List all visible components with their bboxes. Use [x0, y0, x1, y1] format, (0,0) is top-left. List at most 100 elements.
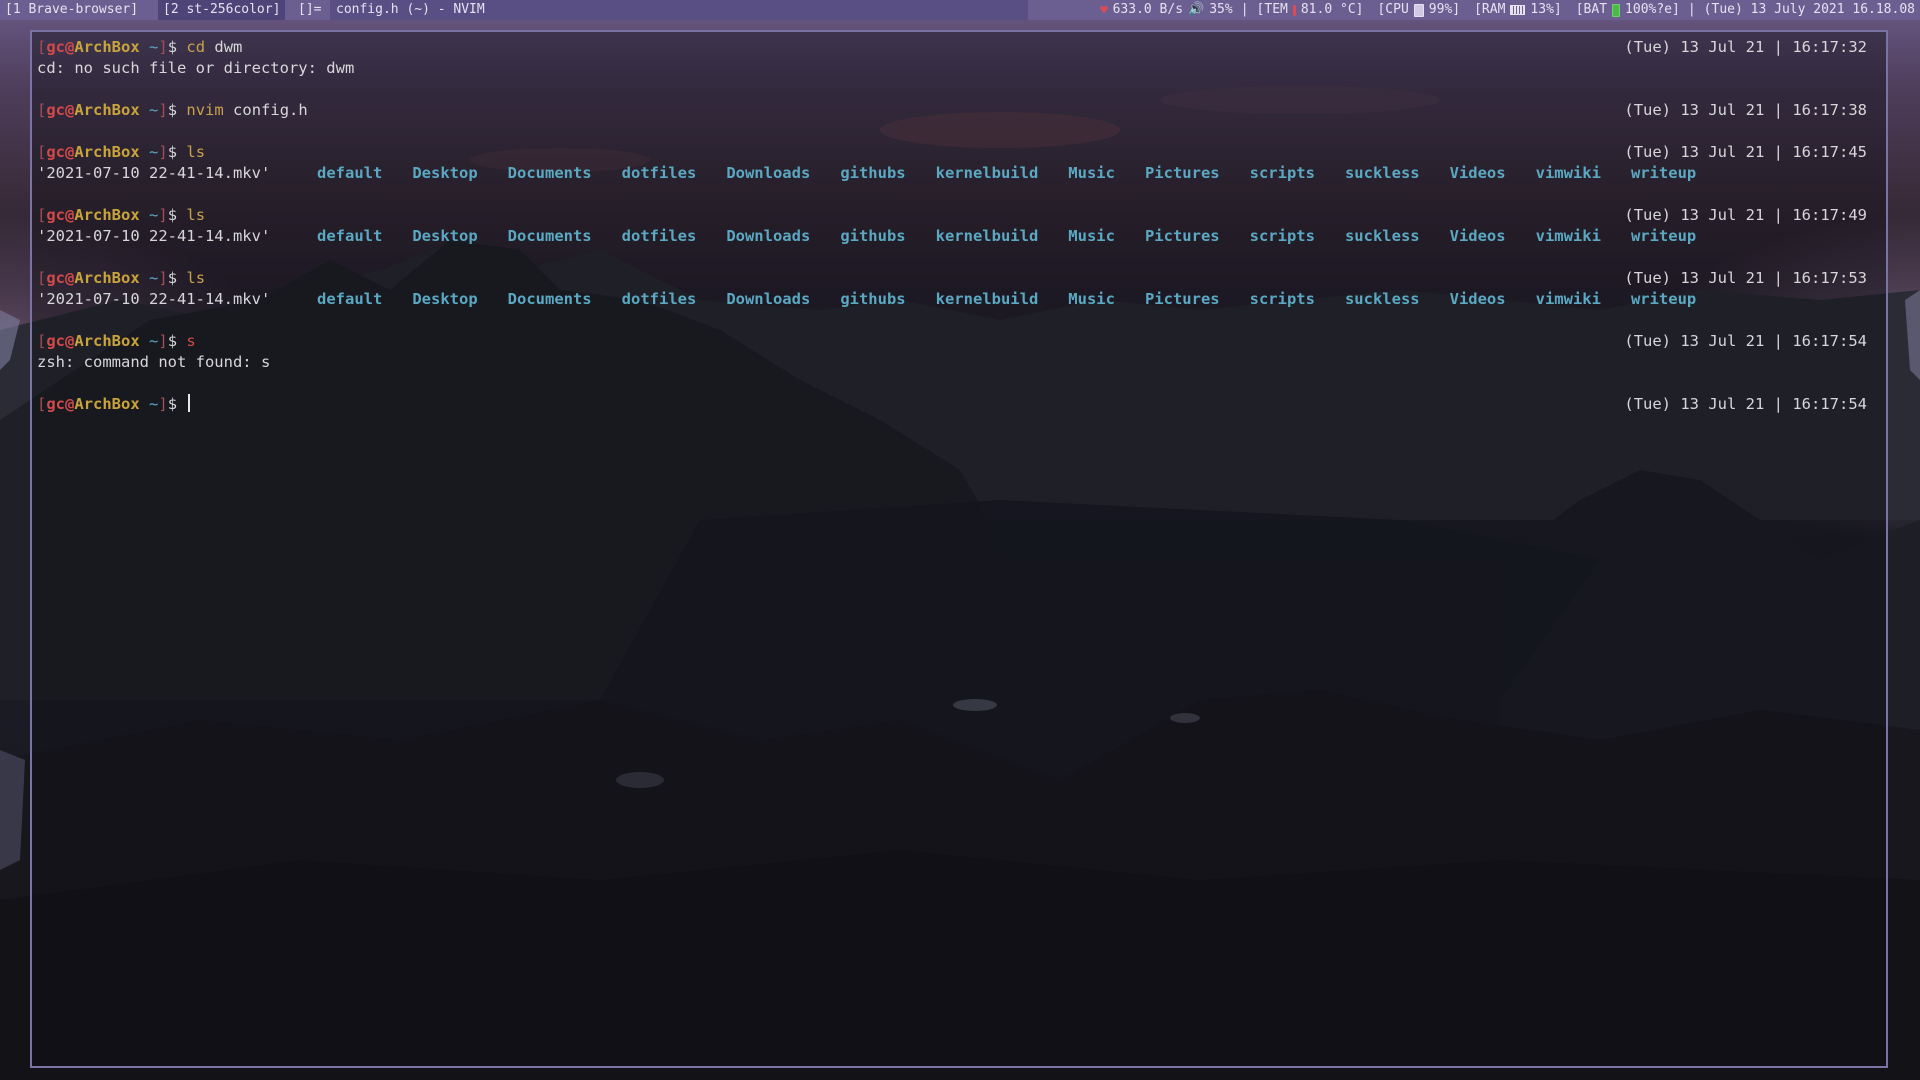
ls-file-entry: '2021-07-10 22-41-14.mkv': [37, 164, 271, 182]
cpu-label: [CPU: [1377, 2, 1409, 17]
prompt-host: ArchBox: [74, 269, 140, 287]
system-status: ♥ 633.0 B/s 🔊 35% | [TEM 81.0 °C] [CPU 9…: [1096, 0, 1916, 20]
prompt-line: [gc@ArchBox ~]$ ls (Tue) 13 Jul 21 | 16:1…: [37, 205, 1875, 226]
command-name: cd: [186, 38, 206, 56]
ls-dir-entry: Pictures: [1144, 290, 1220, 308]
ls-dir-entry: dotfiles: [621, 227, 697, 245]
prompt-line: [gc@ArchBox ~]$ ls (Tue) 13 Jul 21 | 16:1…: [37, 268, 1875, 289]
ls-dir-entry: dotfiles: [621, 164, 697, 182]
ls-dir-entry: writeup: [1630, 227, 1697, 245]
ram-label: [RAM: [1474, 2, 1506, 17]
prompt-host: ArchBox: [74, 206, 140, 224]
status-bar: [1 Brave-browser] [2 st-256color] []= co…: [0, 0, 1920, 20]
prompt-bracket-close: ]: [158, 143, 168, 161]
prompt-bracket-close: ]: [158, 101, 168, 119]
prompt-line: [gc@ArchBox ~]$ ls (Tue) 13 Jul 21 | 16:1…: [37, 142, 1875, 163]
prompt-at: @: [65, 269, 75, 287]
ls-dir-entry: scripts: [1249, 164, 1315, 182]
ls-dir-entry: writeup: [1630, 290, 1697, 308]
ls-dir-entry: Documents: [507, 227, 592, 245]
ls-dir-entry: Desktop: [412, 227, 478, 245]
current-prompt-line[interactable]: [gc@ArchBox ~]$ (Tue) 13 Jul 21 | 16:17:…: [37, 394, 1875, 415]
prompt-host: ArchBox: [74, 143, 140, 161]
prompt-bracket-open: [: [37, 38, 47, 56]
volume-icon: 🔊: [1188, 2, 1205, 17]
ls-dir-entry: Documents: [507, 290, 592, 308]
ls-dir-entry: Downloads: [726, 164, 811, 182]
right-prompt-timestamp: (Tue) 13 Jul 21 | 16:17:38: [1624, 101, 1867, 119]
ls-dir-entry: dotfiles: [621, 290, 697, 308]
prompt-dollar: $: [167, 143, 187, 161]
terminal-output[interactable]: [gc@ArchBox ~]$ cd dwm (Tue) 13 Jul 21 | …: [37, 37, 1875, 415]
prompt-path: ~: [139, 38, 159, 56]
prompt-host: ArchBox: [74, 395, 140, 413]
prompt-at: @: [65, 38, 75, 56]
ls-dir-entry: Videos: [1449, 227, 1506, 245]
heart-icon: ♥: [1100, 3, 1108, 17]
prompt-line: [gc@ArchBox ~]$ nvim config.h (Tue) 13 Ju…: [37, 100, 1875, 121]
volume-level: 35%: [1209, 2, 1233, 17]
ls-dir-entry: Music: [1068, 164, 1115, 182]
thermometer-icon: [1292, 4, 1296, 16]
ls-dir-entry: githubs: [840, 164, 906, 182]
text-cursor[interactable]: [188, 394, 191, 412]
ls-dir-entry: Music: [1068, 290, 1115, 308]
ls-output: '2021-07-10 22-41-14.mkv' default Desktop D…: [37, 289, 1875, 310]
right-prompt-timestamp: (Tue) 13 Jul 21 | 16:17:54: [1624, 395, 1867, 413]
ls-dir-entry: vimwiki: [1535, 164, 1601, 182]
command-args: config.h: [223, 101, 308, 119]
ram-icon: [1510, 5, 1526, 15]
prompt-at: @: [65, 332, 75, 350]
ls-output: '2021-07-10 22-41-14.mkv' default Desktop D…: [37, 163, 1875, 184]
prompt-path: ~: [139, 206, 159, 224]
prompt-user: gc: [46, 38, 66, 56]
prompt-bracket-close: ]: [158, 206, 168, 224]
command-name: ls: [186, 206, 206, 224]
prompt-line: [gc@ArchBox ~]$ s (Tue) 13 Jul 21 | 16:17…: [37, 331, 1875, 352]
prompt-at: @: [65, 395, 75, 413]
layout-indicator[interactable]: []=: [298, 0, 321, 20]
ls-dir-entry: kernelbuild: [935, 227, 1039, 245]
prompt-at: @: [65, 206, 75, 224]
prompt-bracket-open: [: [37, 143, 47, 161]
command-output: cd: no such file or directory: dwm: [37, 59, 355, 77]
temp-label: [TEM: [1256, 2, 1288, 17]
clock: (Tue) 13 July 2021 16.18.08: [1703, 2, 1915, 17]
prompt-bracket-close: ]: [158, 332, 168, 350]
ls-dir-entry: default: [317, 290, 383, 308]
prompt-bracket-open: [: [37, 332, 47, 350]
ls-dir-entry: vimwiki: [1535, 290, 1601, 308]
terminal-window[interactable]: [gc@ArchBox ~]$ cd dwm (Tue) 13 Jul 21 | …: [30, 30, 1888, 1068]
prompt-path: ~: [139, 395, 159, 413]
prompt-dollar: $: [167, 395, 187, 413]
prompt-host: ArchBox: [74, 101, 140, 119]
ls-dir-entry: scripts: [1249, 290, 1315, 308]
ls-output: '2021-07-10 22-41-14.mkv' default Desktop D…: [37, 226, 1875, 247]
command-name: ls: [186, 269, 206, 287]
right-prompt-timestamp: (Tue) 13 Jul 21 | 16:17:45: [1624, 143, 1867, 161]
ls-dir-entry: Videos: [1449, 164, 1506, 182]
cpu-value: 99%]: [1428, 2, 1461, 17]
ls-dir-entry: kernelbuild: [935, 290, 1039, 308]
right-prompt-timestamp: (Tue) 13 Jul 21 | 16:17:53: [1624, 269, 1867, 287]
tag-st-256color[interactable]: [2 st-256color]: [158, 0, 286, 20]
prompt-bracket-open: [: [37, 101, 47, 119]
ls-file-entry: '2021-07-10 22-41-14.mkv': [37, 227, 271, 245]
separator: |: [1240, 2, 1249, 17]
ls-dir-entry: scripts: [1249, 227, 1315, 245]
ls-dir-entry: default: [317, 227, 383, 245]
battery-value: 100%?e]: [1625, 2, 1680, 17]
prompt-at: @: [65, 143, 75, 161]
temp-value: 81.0 °C]: [1300, 2, 1364, 17]
ls-dir-entry: writeup: [1630, 164, 1697, 182]
network-speed: 633.0 B/s: [1112, 2, 1184, 17]
desktop: [1 Brave-browser] [2 st-256color] []= co…: [0, 0, 1920, 1080]
tag-brave-browser[interactable]: [1 Brave-browser]: [0, 0, 143, 20]
ram-value: 13%]: [1530, 2, 1562, 17]
ls-dir-entry: Downloads: [726, 227, 811, 245]
ls-dir-entry: Pictures: [1144, 164, 1220, 182]
command-name: nvim: [186, 101, 224, 119]
